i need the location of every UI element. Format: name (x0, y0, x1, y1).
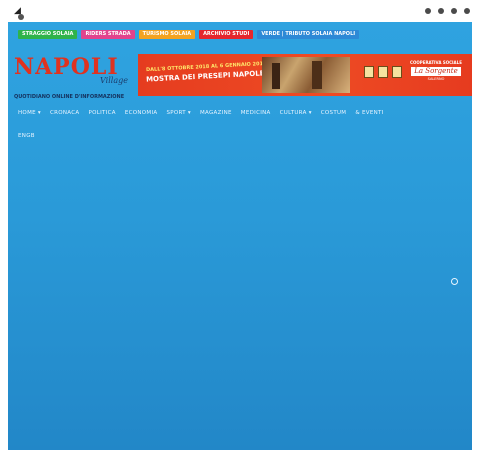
sponsor-bottom: SALERNO (427, 77, 445, 81)
tag-1[interactable]: STRAGGIO SOLAIA (18, 30, 78, 39)
nav-costume[interactable]: COSTUM (321, 110, 347, 116)
site-logo[interactable]: NAPOLI Village QUOTIDIANO ONLINE D'INFOR… (14, 54, 132, 102)
tag-3[interactable]: TURISMO SOLAIA (138, 30, 196, 39)
ad-banner[interactable]: DALL'8 OTTOBRE 2018 AL 6 GENNAIO 2019 MO… (138, 54, 472, 96)
nav-medicina[interactable]: MEDICINA (241, 110, 271, 116)
banner-photo (262, 57, 350, 93)
banner-crests (364, 66, 402, 78)
tag-4[interactable]: ARCHIVIO STUDI (199, 30, 254, 39)
social-icons (425, 8, 470, 14)
nav-magazine[interactable]: MAGAZINE (200, 110, 232, 116)
tag-5[interactable]: VERDE | TRIBUTO SOLAIA NAPOLI (257, 30, 360, 39)
page-frame: STRAGGIO SOLAIA RIDERS STRADA TURISMO SO… (8, 22, 472, 450)
top-tags: STRAGGIO SOLAIA RIDERS STRADA TURISMO SO… (18, 30, 360, 39)
crest-icon (378, 66, 388, 78)
logo-subtitle: Village (100, 76, 128, 85)
nav-politica[interactable]: POLITICA (88, 110, 115, 116)
youtube-icon[interactable] (464, 8, 470, 14)
tag-2[interactable]: RIDERS STRADA (81, 30, 135, 39)
twitter-icon[interactable] (438, 8, 444, 14)
nav-sport[interactable]: SPORT ▾ (166, 110, 191, 116)
nav-engb[interactable]: ENGB (18, 133, 35, 139)
circle-icon[interactable] (451, 278, 458, 285)
main-nav: HOME ▾ CRONACA POLITICA ECONOMIA SPORT ▾… (18, 110, 398, 139)
instagram-icon[interactable] (451, 8, 457, 14)
sponsor-brand: La Sorgente (411, 67, 461, 76)
nav-home[interactable]: HOME ▾ (18, 110, 41, 116)
crest-icon (364, 66, 374, 78)
sponsor-box: COOPERATIVA SOCIALE La Sorgente SALERNO (406, 60, 466, 90)
crest-icon (392, 66, 402, 78)
corner-dot (18, 14, 24, 20)
facebook-icon[interactable] (425, 8, 431, 14)
sponsor-top: COOPERATIVA SOCIALE (410, 60, 462, 65)
nav-cultura[interactable]: CULTURA ▾ (280, 110, 312, 116)
nav-economia[interactable]: ECONOMIA (125, 110, 158, 116)
nav-cronaca[interactable]: CRONACA (50, 110, 79, 116)
nav-eventi[interactable]: & EVENTI (355, 110, 383, 116)
logo-tagline: QUOTIDIANO ONLINE D'INFORMAZIONE (14, 94, 125, 100)
